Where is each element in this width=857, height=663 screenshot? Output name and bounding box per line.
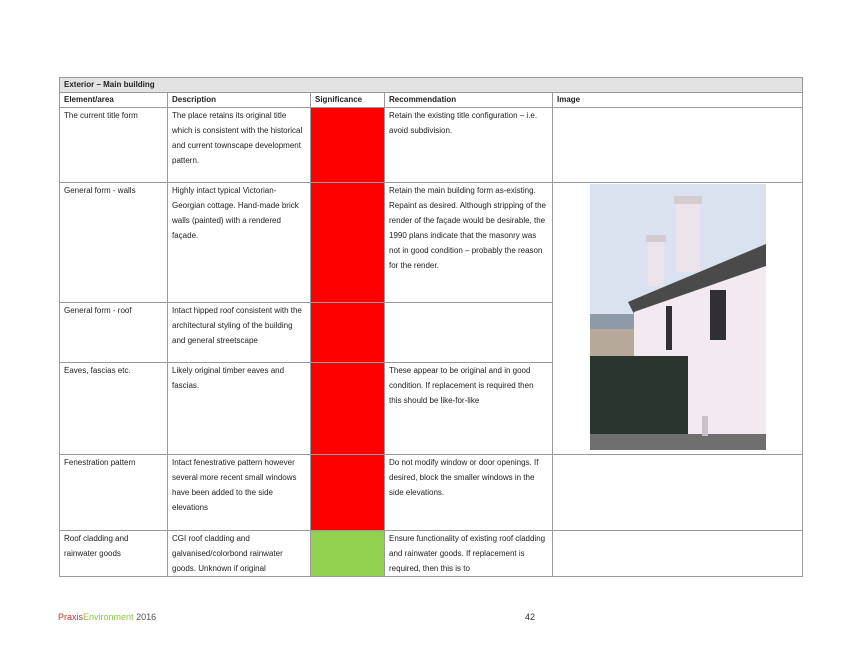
table-row: General form - walls Highly intact typic… bbox=[59, 182, 803, 455]
description-cell: Likely original timber eaves and fascias… bbox=[167, 362, 311, 455]
significance-cell bbox=[310, 182, 385, 303]
element-cell: General form - walls bbox=[59, 182, 168, 303]
recommendation-cell: Retain the main building form as-existin… bbox=[384, 182, 553, 303]
table-row: The current title form The place retains… bbox=[59, 107, 803, 183]
image-cell-empty bbox=[552, 107, 803, 183]
table-row: Roof cladding and rainwater goods CGI ro… bbox=[59, 530, 803, 577]
image-cell-empty bbox=[552, 454, 803, 531]
element-cell: General form - roof bbox=[59, 302, 168, 363]
image-cell-empty bbox=[552, 530, 803, 577]
significance-cell bbox=[310, 362, 385, 455]
column-header-recommendation: Recommendation bbox=[384, 92, 553, 108]
description-cell: CGI roof cladding and galvanised/colorbo… bbox=[167, 530, 311, 577]
recommendation-cell bbox=[384, 302, 553, 363]
column-header-description: Description bbox=[167, 92, 311, 108]
image-cell bbox=[552, 182, 803, 455]
footer-year: 2016 bbox=[136, 612, 157, 622]
column-header-element: Element/area bbox=[59, 92, 168, 108]
house-photo bbox=[589, 184, 766, 450]
photo-window bbox=[709, 290, 726, 340]
significance-cell bbox=[310, 454, 385, 531]
photo-side-window bbox=[665, 306, 672, 350]
column-header-row: Element/area Description Significance Re… bbox=[59, 92, 803, 108]
brand-part-environment: Environment bbox=[83, 612, 134, 622]
recommendation-cell: These appear to be original and in good … bbox=[384, 362, 553, 455]
brand-part-praxis: Praxis bbox=[58, 612, 84, 622]
heritage-assessment-table: Exterior – Main building Element/area De… bbox=[59, 77, 803, 577]
element-cell: The current title form bbox=[59, 107, 168, 183]
significance-cell bbox=[310, 530, 385, 577]
photo-chimney-large bbox=[675, 202, 700, 272]
section-header-row: Exterior – Main building bbox=[59, 77, 803, 93]
recommendation-cell: Ensure functionality of existing roof cl… bbox=[384, 530, 553, 577]
description-cell: The place retains its original title whi… bbox=[167, 107, 311, 183]
element-cell: Fenestration pattern bbox=[59, 454, 168, 531]
photo-chimney-small-cap bbox=[645, 235, 666, 242]
recommendation-cell: Retain the existing title configuration … bbox=[384, 107, 553, 183]
description-cell: Intact hipped roof consistent with the a… bbox=[167, 302, 311, 363]
significance-cell bbox=[310, 107, 385, 183]
footer-brand: PraxisEnvironment 2016 bbox=[58, 612, 156, 622]
description-cell: Intact fenestrative pattern however seve… bbox=[167, 454, 311, 531]
photo-footpath bbox=[589, 434, 766, 450]
photo-chimney-cap bbox=[673, 196, 702, 204]
element-cell: Eaves, fascias etc. bbox=[59, 362, 168, 455]
recommendation-cell: Do not modify window or door openings. I… bbox=[384, 454, 553, 531]
photo-gate bbox=[589, 356, 688, 436]
page-number: 42 bbox=[525, 612, 536, 622]
column-header-image: Image bbox=[552, 92, 803, 108]
photo-chimney-small bbox=[647, 240, 664, 286]
column-header-significance: Significance bbox=[310, 92, 385, 108]
element-cell: Roof cladding and rainwater goods bbox=[59, 530, 168, 577]
photo-downpipe bbox=[701, 416, 708, 436]
section-title: Exterior – Main building bbox=[59, 77, 803, 93]
table-row: Fenestration pattern Intact fenestrative… bbox=[59, 454, 803, 531]
significance-cell bbox=[310, 302, 385, 363]
description-cell: Highly intact typical Victorian-Georgian… bbox=[167, 182, 311, 303]
